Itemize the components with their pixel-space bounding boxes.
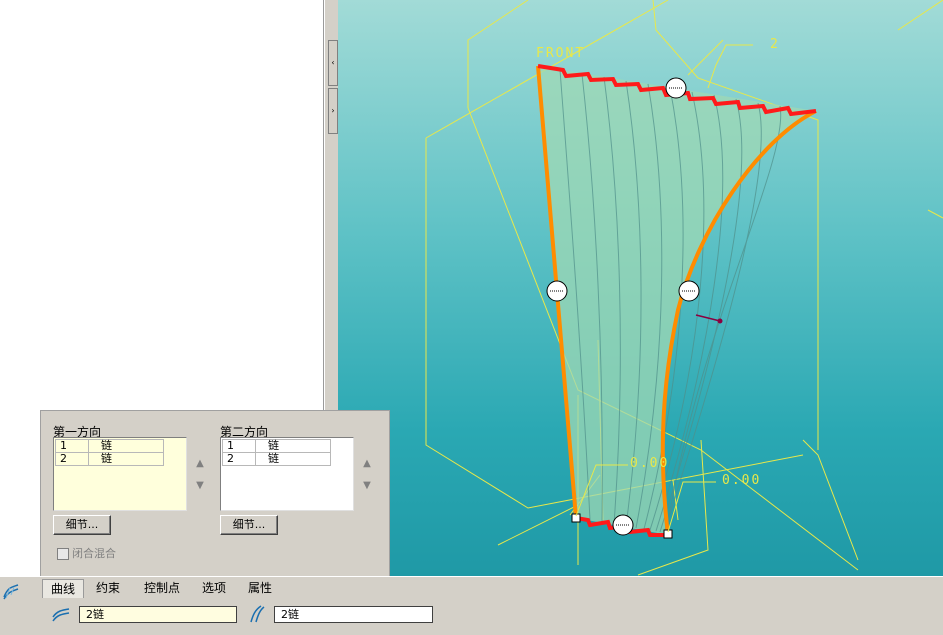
front-datum-label: FRONT — [536, 46, 586, 61]
feature-dashboard: 曲线 约束 控制点 选项 属性 2链 2链 — [0, 576, 943, 635]
second-direction-field[interactable]: 2链 — [274, 606, 433, 623]
dimension-label-right[interactable]: 0.00 — [722, 473, 761, 488]
move-up-arrow-icon[interactable]: ▲ — [361, 458, 373, 470]
move-up-arrow-icon[interactable]: ▲ — [194, 458, 206, 470]
tab-properties[interactable]: 属性 — [240, 579, 280, 597]
table-row[interactable]: 1 链 — [222, 439, 331, 453]
normal-pointer-dot — [717, 318, 723, 324]
second-direction-list[interactable]: 1 链 2 链 — [220, 437, 354, 511]
table-row[interactable]: 1 链 — [55, 439, 164, 453]
dimension-label-top[interactable]: 2 — [770, 37, 780, 52]
first-direction-collector-icon[interactable] — [52, 605, 70, 623]
second-direction-collector-icon[interactable] — [247, 605, 265, 623]
row-index: 2 — [222, 452, 256, 466]
tab-curves[interactable]: 曲线 — [42, 579, 85, 598]
move-down-arrow-icon[interactable]: ▼ — [361, 480, 373, 492]
boundary-blend-icon — [3, 584, 19, 600]
tab-options[interactable]: 选项 — [194, 579, 234, 597]
row-index: 1 — [222, 439, 256, 453]
row-index: 2 — [55, 452, 89, 466]
row-value: 链 — [88, 439, 164, 453]
row-value: 链 — [255, 439, 331, 453]
model-canvas[interactable] — [338, 0, 943, 576]
row-index: 1 — [55, 439, 89, 453]
blend-surface[interactable] — [538, 66, 816, 535]
move-down-arrow-icon[interactable]: ▼ — [194, 480, 206, 492]
first-direction-list[interactable]: 1 链 2 链 — [53, 437, 187, 511]
dim-leader-right — [667, 481, 716, 533]
row-value: 链 — [255, 452, 331, 466]
checkbox-box[interactable] — [57, 548, 69, 560]
table-row[interactable]: 2 链 — [222, 452, 331, 466]
first-details-button[interactable]: 细节... — [53, 515, 111, 535]
second-details-button[interactable]: 细节... — [220, 515, 278, 535]
row-value: 链 — [88, 452, 164, 466]
closed-blend-label: 闭合混合 — [72, 547, 116, 560]
expand-right-icon[interactable]: › — [328, 88, 338, 134]
tab-constraints[interactable]: 约束 — [88, 579, 128, 597]
dimension-label-left[interactable]: 0.00 — [630, 456, 669, 471]
first-direction-field[interactable]: 2链 — [79, 606, 237, 623]
closed-blend-checkbox[interactable]: 闭合混合 — [57, 545, 116, 561]
curves-slide-up-panel: 第一方向 1 链 2 链 ▲ ▼ 细节... 第二方向 1 链 2 链 ▲ ▼ … — [40, 410, 390, 578]
graphics-viewport[interactable]: FRONT 2 0.00 0.00 — [338, 0, 943, 576]
normal-pointer — [695, 314, 721, 322]
dim-leader-top — [707, 44, 753, 89]
table-row[interactable]: 2 链 — [55, 452, 164, 466]
tab-control-points[interactable]: 控制点 — [136, 579, 188, 597]
collapse-left-icon[interactable]: ‹ — [328, 40, 338, 86]
